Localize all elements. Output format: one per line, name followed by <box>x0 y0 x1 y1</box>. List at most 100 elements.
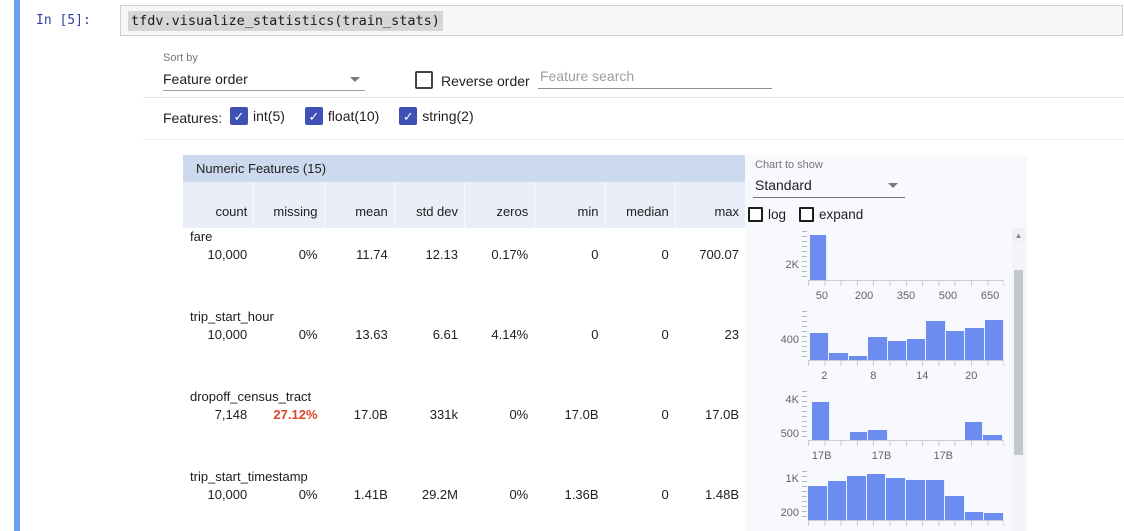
value-cell: 1.48B <box>675 487 745 502</box>
y-axis-ruler <box>802 391 807 440</box>
histogram-bar <box>906 480 926 520</box>
value-cell: 0 <box>534 247 604 262</box>
reverse-order-checkbox[interactable] <box>415 71 433 89</box>
x-axis-tick-label: 500 <box>939 290 957 302</box>
feature-values-row: 7,14827.12%17.0B331k0%17.0B017.0B <box>183 407 745 422</box>
scrollbar-thumb[interactable] <box>1014 270 1023 455</box>
value-cell: 331k <box>394 407 464 422</box>
value-cell: 700.07 <box>675 247 745 262</box>
histogram-bar <box>828 481 848 520</box>
numeric-features-title-band: Numeric Features (15) <box>183 155 745 182</box>
value-cell: 7,148 <box>183 407 253 422</box>
chart-type-underline <box>753 197 905 198</box>
x-axis-tick-label: 2 <box>821 370 827 382</box>
y-axis-ruler <box>802 231 807 280</box>
x-axis-tick-label: 650 <box>981 290 999 302</box>
feature-name: dropoff_census_tract <box>190 389 311 404</box>
cell-selection-bar <box>14 0 20 531</box>
feature-values-row: 10,0000%1.41B29.2M0%1.36B01.48B <box>183 487 745 502</box>
table-row: trip_start_hour10,0000%13.636.614.14%002… <box>183 308 745 388</box>
column-header-std-dev: std dev <box>394 182 464 228</box>
x-axis-ticks <box>808 361 1004 366</box>
value-cell: 13.63 <box>324 327 394 342</box>
table-row: dropoff_census_tract7,14827.12%17.0B331k… <box>183 388 745 468</box>
column-header-zeros: zeros <box>464 182 534 228</box>
x-axis-tick-label: 20 <box>965 370 977 382</box>
chart-type-dropdown[interactable]: Standard <box>755 177 905 193</box>
chevron-down-icon <box>350 77 360 82</box>
histogram-bar <box>926 480 946 520</box>
x-axis-tick-label: 350 <box>897 290 915 302</box>
y-axis-tick-label: 2K <box>759 259 799 271</box>
chart-to-show-label: Chart to show <box>755 159 823 171</box>
histogram-trip_start_timestamp: 1K 200 <box>745 468 1013 531</box>
cell-prompt: In [5]: <box>36 13 91 28</box>
log-checkbox[interactable] <box>748 207 763 222</box>
expand-checkbox[interactable] <box>799 207 814 222</box>
chart-type-value: Standard <box>755 177 812 193</box>
x-axis-tick-label: 50 <box>816 290 828 302</box>
feature-filters: ✓int(5)✓float(10)✓string(2) <box>230 107 474 125</box>
value-cell: 29.2M <box>394 487 464 502</box>
histogram-bar <box>850 432 868 440</box>
y-axis-ruler <box>802 311 807 360</box>
histogram-bar <box>907 339 926 360</box>
value-cell: 1.41B <box>324 487 394 502</box>
value-cell: 6.61 <box>394 327 464 342</box>
histogram-bar <box>829 353 848 360</box>
y-axis-tick-label: 400 <box>759 334 799 346</box>
column-header-mean: mean <box>324 182 394 228</box>
histogram-bar <box>810 333 829 360</box>
histogram-bar <box>965 328 984 360</box>
chevron-down-icon <box>888 183 898 188</box>
y-axis-tick-label: 1K <box>759 473 799 485</box>
histogram-bar <box>868 337 887 360</box>
feature-filter-float10: ✓ float(10) <box>305 107 379 125</box>
histogram-bar <box>867 474 887 520</box>
log-label: log <box>768 207 786 222</box>
y-axis-tick-label: 4K <box>759 394 799 406</box>
feature-filter-checkbox[interactable]: ✓ <box>230 107 248 125</box>
value-cell: 10,000 <box>183 327 253 342</box>
x-axis-ticks <box>808 281 1004 286</box>
plot-area <box>808 471 1004 521</box>
x-axis-tick-label: 14 <box>916 370 928 382</box>
feature-filter-checkbox[interactable]: ✓ <box>305 107 323 125</box>
feature-name: trip_start_hour <box>190 309 274 324</box>
divider <box>143 97 1124 98</box>
sort-by-dropdown[interactable]: Feature order <box>163 71 365 87</box>
divider <box>143 139 1124 140</box>
histogram-bar <box>886 478 906 520</box>
reverse-order-label: Reverse order <box>441 73 530 89</box>
value-cell: 0 <box>605 407 675 422</box>
y-axis-tick-label: 200 <box>759 507 799 519</box>
sort-by-value: Feature order <box>163 71 248 87</box>
histogram-bar <box>945 496 965 520</box>
histogram-dropoff_census_tract: 4K50017B17B17B <box>745 388 1013 464</box>
histogram-bar <box>985 320 1004 360</box>
column-header-count: count <box>183 182 253 228</box>
histogram-bar <box>868 430 888 440</box>
x-axis-tick-label: 17B <box>933 450 953 462</box>
code-text[interactable]: tfdv.visualize_statistics(train_stats) <box>128 11 443 31</box>
value-cell: 0% <box>464 407 534 422</box>
value-cell: 0% <box>253 487 323 502</box>
column-header-missing: missing <box>253 182 323 228</box>
histogram-bar <box>812 402 830 440</box>
histogram-bar <box>946 331 965 360</box>
chart-scrollbar[interactable]: ▲ <box>1012 228 1025 531</box>
value-cell: 10,000 <box>183 247 253 262</box>
histogram-bar <box>888 341 907 360</box>
x-axis-ticks <box>808 441 1004 446</box>
scroll-up-arrow[interactable]: ▲ <box>1012 228 1025 242</box>
code-cell[interactable]: tfdv.visualize_statistics(train_stats) <box>120 5 1123 36</box>
value-cell: 23 <box>675 327 745 342</box>
feature-filter-label: float(10) <box>328 108 379 124</box>
column-header-min: min <box>534 182 604 228</box>
chart-option-toggles: log expand <box>748 207 863 222</box>
feature-search-input[interactable] <box>538 66 772 89</box>
y-axis-tick-label: 500 <box>759 428 799 440</box>
x-axis-tick-label: 200 <box>855 290 873 302</box>
histogram-bar <box>926 321 945 360</box>
feature-filter-checkbox[interactable]: ✓ <box>399 107 417 125</box>
